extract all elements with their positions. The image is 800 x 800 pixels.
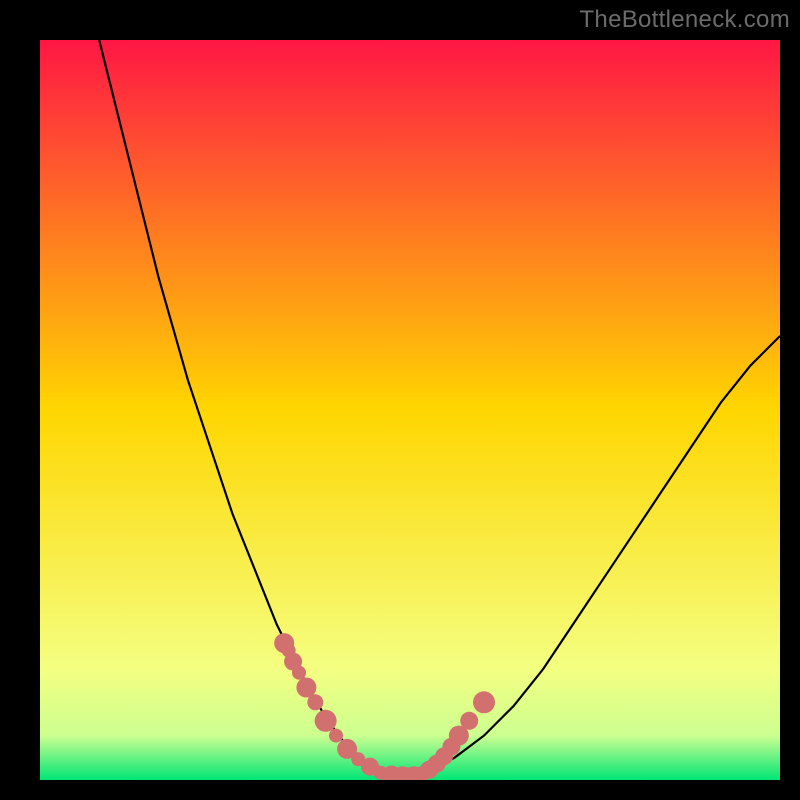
marker-point: [296, 678, 316, 698]
gradient-background: [40, 40, 780, 780]
plot-area: [40, 40, 780, 780]
marker-point: [460, 712, 478, 730]
marker-point: [315, 710, 337, 732]
credit-label: TheBottleneck.com: [579, 6, 790, 34]
chart-svg: [40, 40, 780, 780]
marker-point: [473, 691, 495, 713]
marker-point: [329, 729, 343, 743]
chart-frame: TheBottleneck.com: [0, 0, 800, 800]
marker-point: [307, 694, 323, 710]
marker-point: [292, 666, 306, 680]
